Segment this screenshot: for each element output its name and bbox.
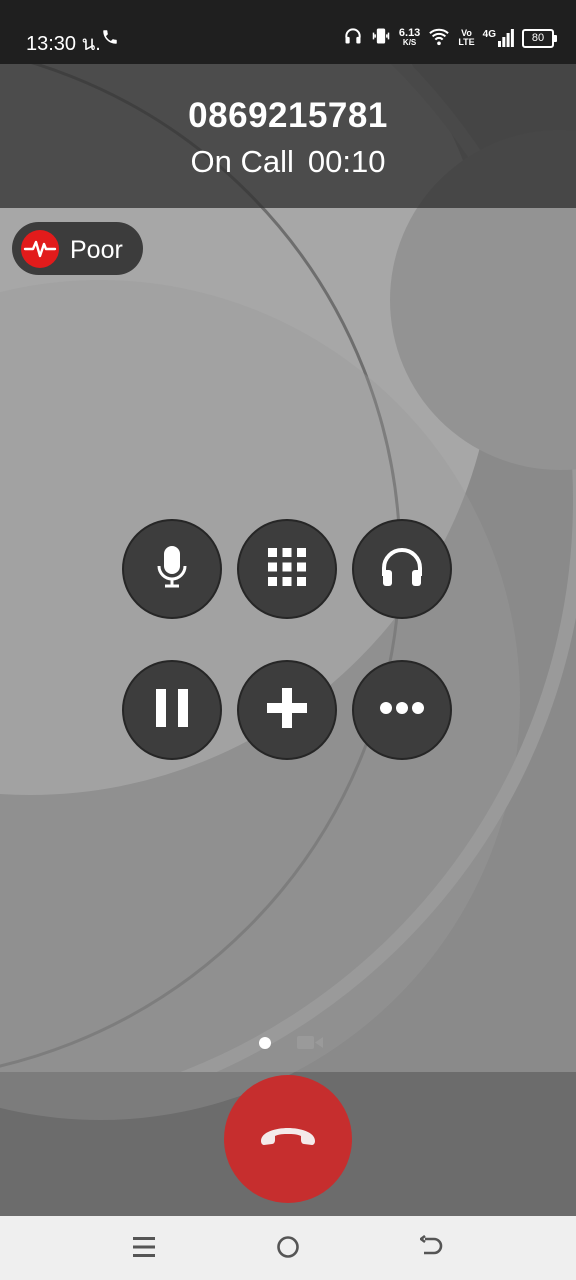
back-icon[interactable] bbox=[418, 1234, 444, 1264]
home-icon[interactable] bbox=[276, 1235, 300, 1264]
volte-indicator: Vo LTE bbox=[458, 28, 475, 47]
status-time: 13:30 น. bbox=[26, 33, 101, 55]
keypad-icon bbox=[267, 547, 307, 592]
hang-up-icon bbox=[258, 1124, 318, 1155]
caller-number: 0869215781 bbox=[188, 96, 388, 135]
cellular-signal-icon: 4G bbox=[483, 29, 514, 47]
system-navigation-bar bbox=[0, 1216, 576, 1280]
status-bar: 13:30 น. 6.13 K/S Vo LTE 4G 80 bbox=[0, 0, 576, 64]
mute-button[interactable] bbox=[122, 519, 222, 619]
microphone-icon bbox=[152, 544, 192, 595]
call-duration: 00:10 bbox=[307, 144, 386, 179]
video-camera-icon[interactable] bbox=[297, 1034, 323, 1056]
call-status: On Call 00:10 bbox=[0, 144, 576, 180]
plus-icon bbox=[266, 687, 308, 734]
headset-status-icon bbox=[343, 26, 363, 51]
pause-icon bbox=[154, 688, 190, 733]
more-options-button[interactable] bbox=[352, 660, 452, 760]
headphones-icon bbox=[379, 546, 425, 593]
page-indicator-dot[interactable] bbox=[259, 1037, 271, 1049]
menu-icon[interactable] bbox=[133, 1235, 155, 1264]
keypad-button[interactable] bbox=[237, 519, 337, 619]
end-call-button[interactable] bbox=[224, 1075, 352, 1203]
call-header: 0869215781 On Call 00:10 bbox=[0, 64, 576, 208]
more-dots-icon bbox=[379, 701, 425, 720]
network-speed: 6.13 K/S bbox=[398, 27, 421, 48]
ongoing-call-icon bbox=[101, 28, 119, 51]
add-call-button[interactable] bbox=[237, 660, 337, 760]
call-state: On Call bbox=[190, 144, 294, 179]
audio-route-button[interactable] bbox=[352, 519, 452, 619]
wifi-icon bbox=[428, 26, 450, 51]
call-quality-label: Poor bbox=[70, 236, 123, 264]
signal-wave-icon bbox=[21, 230, 59, 268]
hold-button[interactable] bbox=[122, 660, 222, 760]
call-quality-badge[interactable]: Poor bbox=[12, 222, 143, 275]
battery-indicator: 80 bbox=[522, 28, 557, 48]
vibrate-icon bbox=[371, 26, 391, 51]
